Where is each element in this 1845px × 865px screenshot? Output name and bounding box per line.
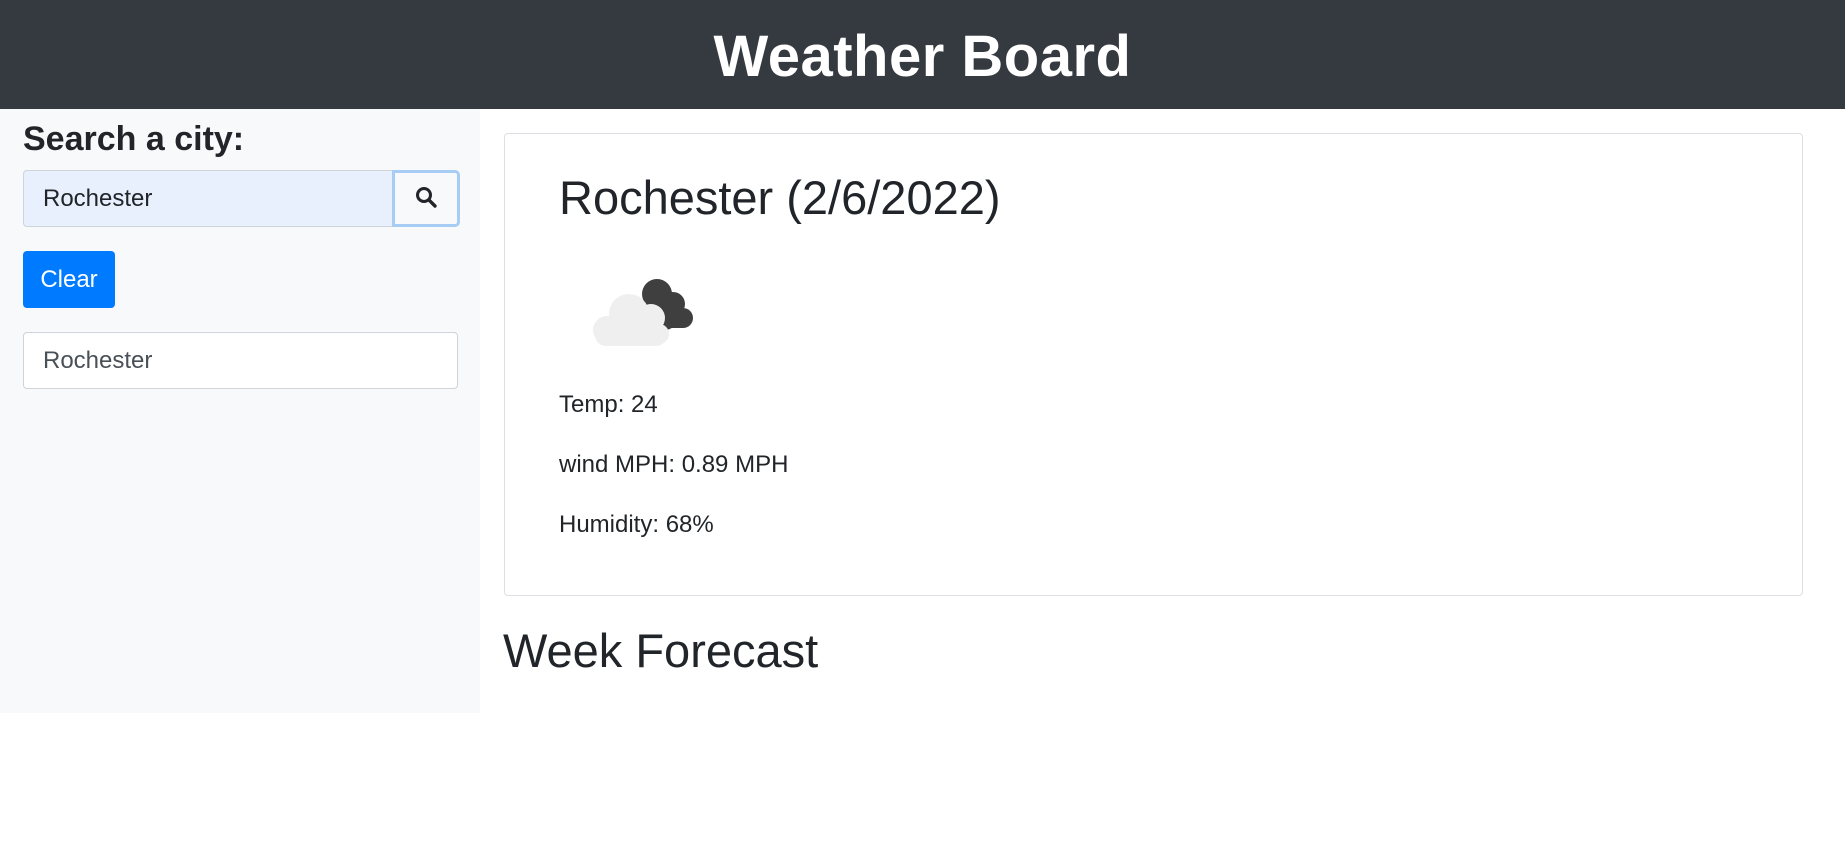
week-forecast-heading: Week Forecast xyxy=(503,624,819,677)
cloudy-icon xyxy=(579,264,699,356)
humidity-stat: Humidity: 68% xyxy=(559,511,714,538)
history-item[interactable]: Rochester xyxy=(23,332,458,389)
sidebar: Search a city: Clear Rochester xyxy=(0,109,480,713)
app-title: Weather Board xyxy=(713,23,1132,89)
city-search-input[interactable] xyxy=(23,170,392,227)
wind-stat: wind MPH: 0.89 MPH xyxy=(559,451,789,478)
clear-button[interactable]: Clear xyxy=(23,251,115,308)
temp-stat: Temp: 24 xyxy=(559,391,658,418)
search-icon xyxy=(414,185,438,212)
search-group xyxy=(23,170,460,227)
search-heading: Search a city: xyxy=(23,120,245,158)
app-header: Weather Board xyxy=(0,0,1845,109)
current-city-title: Rochester (2/6/2022) xyxy=(559,171,1001,224)
search-button[interactable] xyxy=(392,170,460,227)
current-weather-card: Rochester (2/6/2022) Temp: 24 wind MPH: … xyxy=(504,133,1803,596)
